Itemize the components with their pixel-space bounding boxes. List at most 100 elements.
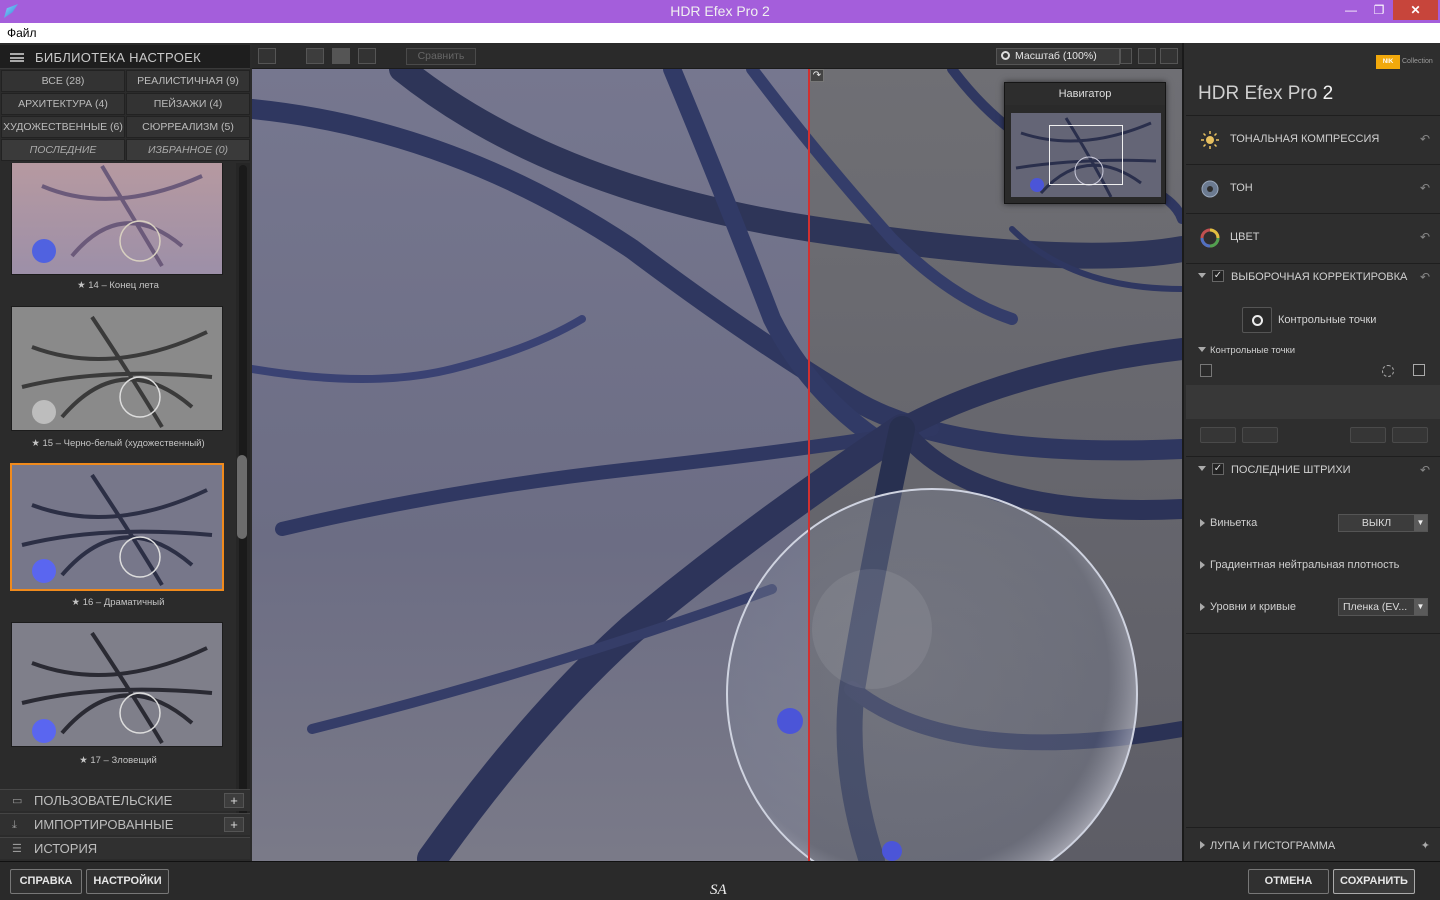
settings-button[interactable]: НАСТРОЙКИ xyxy=(86,869,169,894)
loupe-histogram-row[interactable]: ЛУПА И ГИСТОГРАММА ✦ xyxy=(1186,827,1440,865)
divider xyxy=(1186,633,1440,634)
vignette-expand-icon[interactable] xyxy=(1200,519,1205,527)
category-recent[interactable]: ПОСЛЕДНИЕ xyxy=(1,139,125,161)
selective-undo-icon[interactable]: ↶ xyxy=(1420,270,1430,284)
custom-presets-label: ПОЛЬЗОВАТЕЛЬСКИЕ xyxy=(34,793,173,808)
product-title: HDR Efex Pro 2 xyxy=(1198,83,1333,105)
cancel-button[interactable]: ОТМЕНА xyxy=(1248,869,1329,894)
add-custom-preset-button[interactable]: + xyxy=(224,793,244,808)
category-all[interactable]: ВСЕ (28) xyxy=(1,70,125,92)
snapshot-button[interactable] xyxy=(1350,427,1386,443)
preset-thumbnail-16-selected[interactable] xyxy=(10,463,224,591)
maximize-button[interactable]: ❐ xyxy=(1366,0,1392,20)
image-preview[interactable]: ↷ Навигатор xyxy=(252,69,1182,861)
chevron-down-icon: ▼ xyxy=(1414,515,1427,531)
vignette-value: ВЫКЛ xyxy=(1361,517,1392,529)
finishing-enable-checkbox[interactable]: ✓ xyxy=(1212,463,1224,475)
preset-label-14: ★ 14 – Конец лета xyxy=(77,280,159,291)
title-bar: HDR Efex Pro 2 — ❐ ✕ xyxy=(0,0,1440,23)
undo-control-button[interactable] xyxy=(1200,427,1236,443)
category-landscapes[interactable]: ПЕЙЗАЖИ (4) xyxy=(126,93,250,115)
window-title: HDR Efex Pro 2 xyxy=(670,3,770,19)
imported-presets-section[interactable]: ⤓ ИМПОРТИРОВАННЫЕ + xyxy=(0,813,250,835)
vignette-row[interactable]: Виньетка ВЫКЛ ▼ xyxy=(1186,506,1440,544)
menu-file[interactable]: Файл xyxy=(7,26,37,40)
help-button[interactable]: СПРАВКА xyxy=(10,869,82,894)
preset-library-panel: БИБЛИОТЕКА НАСТРОЕК ВСЕ (28) РЕАЛИСТИЧНА… xyxy=(0,43,252,861)
section-finishing[interactable]: ✓ ПОСЛЕДНИЕ ШТРИХИ ↶ xyxy=(1186,456,1440,482)
split-rotate-handle[interactable]: ↷ xyxy=(810,69,824,82)
levels-curves-row[interactable]: Уровни и кривые Пленка (EV... ▼ xyxy=(1186,590,1440,628)
trash-button[interactable] xyxy=(1392,427,1428,443)
zoom-arrow-icon[interactable] xyxy=(1120,48,1132,64)
loupe-expand-icon[interactable] xyxy=(1200,841,1205,849)
navigator-viewport-box[interactable] xyxy=(1049,125,1123,185)
color-undo-icon[interactable]: ↶ xyxy=(1420,230,1430,244)
graduated-nd-row[interactable]: Градиентная нейтральная плотность xyxy=(1186,548,1440,586)
bottom-bar: СПРАВКА НАСТРОЙКИ SA ОТМЕНА СОХРАНИТЬ xyxy=(0,861,1440,900)
preset-thumbnail-15[interactable] xyxy=(11,306,223,431)
finishing-undo-icon[interactable]: ↶ xyxy=(1420,463,1430,477)
zoom-selector[interactable]: Масштаб (100%) xyxy=(996,48,1120,65)
compare-button[interactable]: Сравнить xyxy=(406,48,476,65)
gnd-label: Градиентная нейтральная плотность xyxy=(1210,559,1400,571)
side-by-side-view-icon[interactable] xyxy=(358,48,376,64)
add-control-point-button[interactable] xyxy=(1242,307,1272,333)
history-section[interactable]: ☰ ИСТОРИЯ xyxy=(0,837,250,859)
preset-label-16: ★ 16 – Драматичный xyxy=(71,597,165,608)
import-preset-button[interactable]: + xyxy=(224,817,244,832)
section-color[interactable]: ЦВЕТ ↶ xyxy=(1186,213,1440,261)
pin-icon[interactable]: ✦ xyxy=(1421,839,1430,852)
list-icon xyxy=(10,53,24,62)
category-artistic[interactable]: ХУДОЖЕСТВЕННЫЕ (6) xyxy=(1,116,125,138)
save-button[interactable]: СОХРАНИТЬ xyxy=(1333,869,1415,894)
finishing-collapse-triangle-icon[interactable] xyxy=(1198,466,1206,471)
navigator-panel: Навигатор xyxy=(1004,82,1166,204)
selective-enable-checkbox[interactable]: ✓ xyxy=(1212,270,1224,282)
tone-compression-undo-icon[interactable]: ↶ xyxy=(1420,132,1430,146)
gnd-expand-icon[interactable] xyxy=(1200,561,1205,569)
scrollbar-handle[interactable] xyxy=(237,455,247,539)
close-button[interactable]: ✕ xyxy=(1393,0,1438,20)
category-favorites[interactable]: ИЗБРАННОЕ (0) xyxy=(126,139,250,161)
levels-dropdown[interactable]: Пленка (EV... ▼ xyxy=(1338,598,1428,616)
levels-expand-icon[interactable] xyxy=(1200,603,1205,611)
menu-bar: Файл xyxy=(0,23,1440,43)
finishing-label: ПОСЛЕДНИЕ ШТРИХИ xyxy=(1231,464,1351,476)
collapse-triangle-icon[interactable] xyxy=(1198,273,1206,278)
tone-undo-icon[interactable]: ↶ xyxy=(1420,181,1430,195)
vignette-dropdown[interactable]: ВЫКЛ ▼ xyxy=(1338,514,1428,532)
control-points-collapse-icon[interactable] xyxy=(1198,347,1206,352)
control-point-delete-icon[interactable] xyxy=(1413,364,1425,376)
nik-logo: NIK xyxy=(1376,55,1400,69)
history-label: ИСТОРИЯ xyxy=(34,841,98,856)
custom-presets-section[interactable]: ▭ ПОЛЬЗОВАТЕЛЬСКИЕ + xyxy=(0,789,250,811)
tone-label: ТОН xyxy=(1230,182,1253,194)
split-view-icon[interactable] xyxy=(332,48,350,64)
split-divider[interactable] xyxy=(808,69,810,861)
category-realistic[interactable]: РЕАЛИСТИЧНАЯ (9) xyxy=(126,70,250,92)
control-point-visibility-icon[interactable] xyxy=(1200,364,1212,377)
category-architecture[interactable]: АРХИТЕКТУРА (4) xyxy=(1,93,125,115)
category-surrealism[interactable]: СЮРРЕАЛИЗМ (5) xyxy=(126,116,250,138)
section-selective-adjustments[interactable]: ✓ ВЫБОРОЧНАЯ КОРРЕКТИРОВКА ↶ xyxy=(1186,263,1440,289)
single-view-icon[interactable] xyxy=(306,48,324,64)
preset-thumbnail-17[interactable] xyxy=(11,622,223,747)
history-list-icon: ☰ xyxy=(12,843,22,855)
library-header[interactable]: БИБЛИОТЕКА НАСТРОЕК xyxy=(0,45,250,69)
collapse-left-panel-icon[interactable] xyxy=(258,48,276,64)
loupe-label: ЛУПА И ГИСТОГРАММА xyxy=(1210,840,1336,852)
preset-scrollbar[interactable] xyxy=(236,163,250,825)
section-tone-compression[interactable]: ТОНАЛЬНАЯ КОМПРЕССИЯ ↶ xyxy=(1186,115,1440,163)
color-label: ЦВЕТ xyxy=(1230,231,1260,243)
preset-list: ★ 14 – Конец лета ★ 15 – Черно-белый (ху… xyxy=(0,163,236,823)
redo-control-button[interactable] xyxy=(1242,427,1278,443)
loupe-toggle-icon[interactable] xyxy=(1138,48,1156,64)
minimize-button[interactable]: — xyxy=(1338,0,1364,20)
collapse-right-panel-icon[interactable] xyxy=(1160,48,1178,64)
control-point-group-icon[interactable] xyxy=(1382,365,1394,377)
preset-thumbnail-14[interactable] xyxy=(11,163,223,275)
navigator-preview[interactable] xyxy=(1011,113,1161,197)
section-tone[interactable]: ТОН ↶ xyxy=(1186,164,1440,212)
levels-value: Пленка (EV... xyxy=(1343,601,1408,613)
